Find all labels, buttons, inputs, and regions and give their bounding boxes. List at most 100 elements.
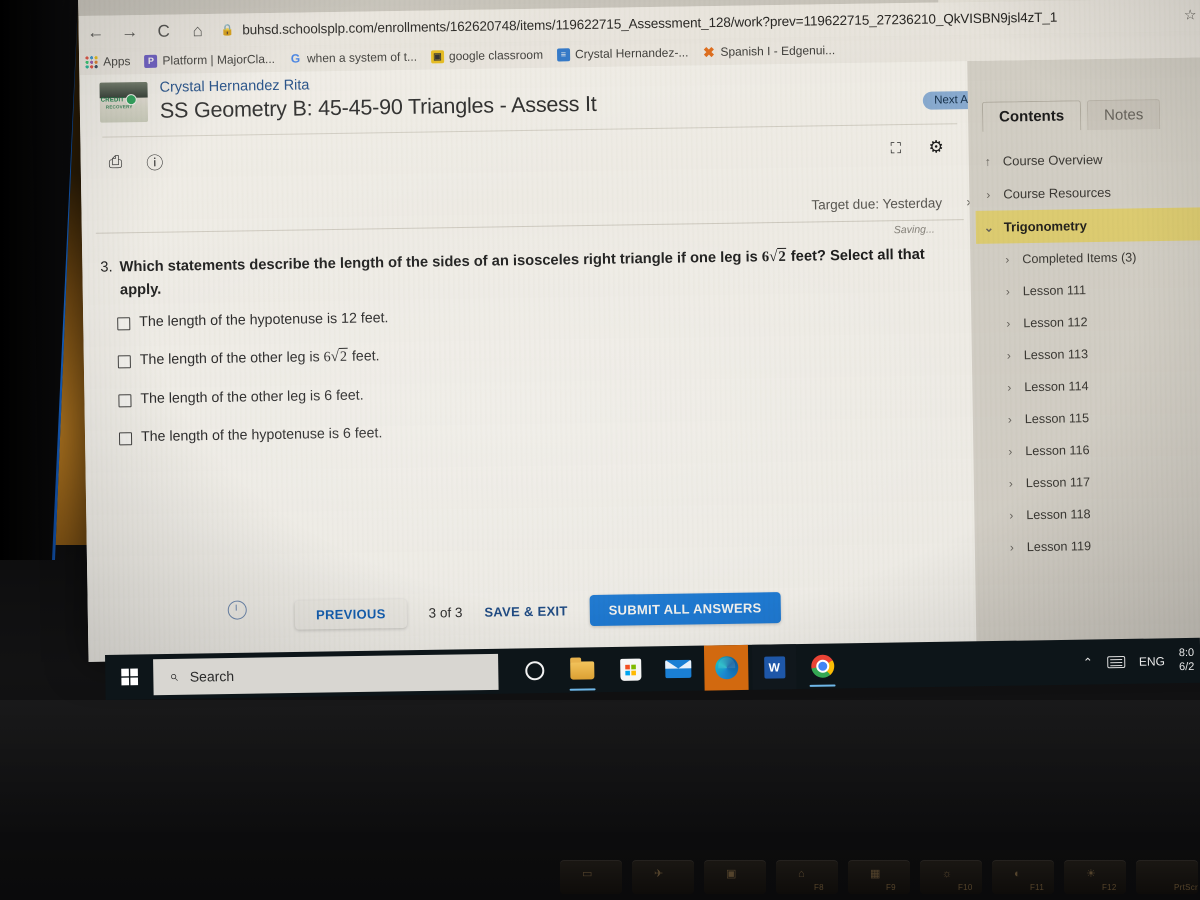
panel-item-label: Lesson 115 [1024,411,1090,427]
panel-item-lesson-111[interactable]: › Lesson 111 [977,272,1200,308]
logo-subtext: RECOVERY [105,104,133,110]
file-explorer-icon[interactable] [560,647,605,693]
answer-option[interactable]: The length of the hypotenuse is 6 feet. [118,418,819,446]
panel-item-lesson-117[interactable]: › Lesson 117 [980,464,1200,500]
checkbox-icon[interactable] [118,432,133,446]
tray-language[interactable]: ENG [1139,654,1165,668]
activity-toolbar: ⎙ ⓘ [109,149,164,175]
keyboard-key-glyph: ▦ [870,868,881,880]
edgenuity-icon: ✖ [702,43,715,60]
keyboard-key-glyph: ⌂ [798,868,805,880]
panel-item-lesson-113[interactable]: › Lesson 113 [978,336,1200,372]
question-block: 3. Which statements describe the length … [100,243,951,301]
lock-icon: 🔒 [220,24,235,37]
bookmark-star-icon[interactable]: ☆ [1184,6,1197,23]
checkbox-icon[interactable] [117,317,131,331]
checkbox-icon[interactable] [118,394,132,408]
envelope-icon [665,659,692,678]
mail-icon[interactable] [656,646,701,692]
chevron-right-icon: › [1006,348,1011,363]
microsoft-store-icon[interactable] [608,646,653,692]
info-icon[interactable]: ⓘ [146,149,163,174]
word-icon[interactable]: W [751,644,797,690]
panel-item-completed-items-3[interactable]: › Completed Items (3) [976,240,1200,276]
panel-item-lesson-118[interactable]: › Lesson 118 [980,496,1200,532]
keyboard-key-label: F9 [886,883,896,892]
panel-item-label: Course Overview [1002,151,1103,169]
doc-icon: ≡ [556,47,571,61]
cortana-icon[interactable] [512,648,557,694]
panel-item-lesson-115[interactable]: › Lesson 115 [979,400,1200,436]
panel-item-label: Lesson 117 [1025,475,1091,491]
answer-option[interactable]: The length of the hypotenuse is 12 feet. [117,303,817,331]
panel-item-label: Lesson 116 [1025,443,1090,459]
keyboard-key-label: F10 [958,883,973,892]
chrome-ball-icon [810,654,834,678]
chevron-right-icon: › [1007,412,1012,427]
panel-item-course-resources[interactable]: › Course Resources [975,174,1200,211]
reload-button[interactable]: C [146,14,181,48]
keyboard-key-label: F12 [1102,883,1117,892]
panel-item-lesson-112[interactable]: › Lesson 112 [977,304,1200,340]
tab-notes[interactable]: Notes [1086,99,1161,131]
option-label: The length of the other leg is 6 feet. [140,387,364,408]
panel-item-trigonometry[interactable]: ⌄ Trigonometry [975,207,1200,244]
keyboard-key-glyph: ▣ [726,868,737,880]
assessment-nav-bar: PREVIOUS 3 of 3 SAVE & EXIT SUBMIT ALL A… [88,581,989,641]
print-icon[interactable]: ⎙ [109,152,123,172]
taskbar-search-input[interactable]: ⌕ Search [153,653,499,695]
save-and-exit-button[interactable]: SAVE & EXIT [484,603,567,619]
back-button[interactable]: ← [78,15,113,49]
windows-start-icon[interactable] [105,654,154,700]
search-icon: ⌕ [169,667,178,685]
expand-icon[interactable]: ⛶ [890,140,901,157]
panel-item-lesson-114[interactable]: › Lesson 114 [978,368,1200,404]
submit-all-answers-button[interactable]: SUBMIT ALL ANSWERS [589,591,781,626]
keyboard-key-glyph: ▭ [582,868,593,880]
bookmark-platform[interactable]: P Platform | MajorCla... [144,52,275,68]
panel-item-lesson-116[interactable]: › Lesson 116 [979,432,1200,468]
bookmark-crystal-doc[interactable]: ≡ Crystal Hernandez-... [556,45,688,61]
store-icon [619,658,641,681]
tray-date: 6/2 [1178,660,1195,673]
contents-panel: Contents Notes ↑ Course Overview › Course R… [967,57,1200,648]
word-w-icon: W [763,655,785,679]
page-counter: 3 of 3 [428,604,463,621]
option-label: The length of the hypotenuse is 12 feet. [139,310,389,331]
home-button[interactable]: ⌂ [180,14,215,48]
tray-clock[interactable]: 8:0 6/2 [1179,647,1195,675]
bookmark-spanish-edgenuity[interactable]: ✖ Spanish I - Edgenui... [702,43,836,60]
laptop-screen: Special right triang... ✕ + ← → C ⌂ 🔒 bu… [78,0,1200,662]
edge-ball-icon [714,656,738,680]
page-content: CREDIT RECOVERY Crystal Hernandez Rita S… [79,57,1200,662]
panel-item-course-overview[interactable]: ↑ Course Overview [975,141,1200,178]
google-icon: G [290,51,301,66]
chevron-right-icon: › [1009,540,1014,555]
edge-icon[interactable] [703,644,749,691]
bookmark-label: when a system of t... [306,49,418,66]
forward-button[interactable]: → [112,15,147,49]
tray-expand-chevron-icon[interactable]: ⌃ [1083,655,1093,669]
answer-option[interactable]: The length of the other leg is 6 feet. [118,380,818,408]
chevron-right-icon: › [1007,380,1012,395]
bookmark-label: Spanish I - Edgenui... [720,43,836,59]
chrome-icon[interactable] [800,643,845,689]
answer-option[interactable]: The length of the other leg is 6√2 feet. [117,341,818,369]
keyboard-key-glyph: ☀ [1086,868,1096,880]
gear-icon[interactable]: ⚙ [928,137,944,157]
bookmark-label: google classroom [448,47,544,64]
bookmark-google-classroom[interactable]: ▣ google classroom [430,47,544,64]
chevron-right-icon: › [1008,476,1013,491]
previous-button[interactable]: PREVIOUS [294,598,407,630]
bookmark-apps[interactable]: Apps [85,54,131,69]
panel-item-lesson-119[interactable]: › Lesson 119 [981,528,1200,564]
tab-contents[interactable]: Contents [981,100,1082,132]
checkbox-icon[interactable] [117,355,131,369]
logo-badge-icon [126,95,136,105]
keyboard-function-row: ▭ ✈ ▣ ⌂ F8 ▦ F9 ☼ F10 ◐ F11 ☀ F12 PrtScr [560,854,1200,900]
keyboard-key-glyph: ◐ [1014,868,1021,880]
bookmark-google-search[interactable]: G when a system of t... [289,50,417,66]
keyboard-icon[interactable] [1106,655,1126,668]
option-label: The length of the hypotenuse is 6 feet. [140,425,383,446]
question-text: Which statements describe the length of … [119,243,950,301]
